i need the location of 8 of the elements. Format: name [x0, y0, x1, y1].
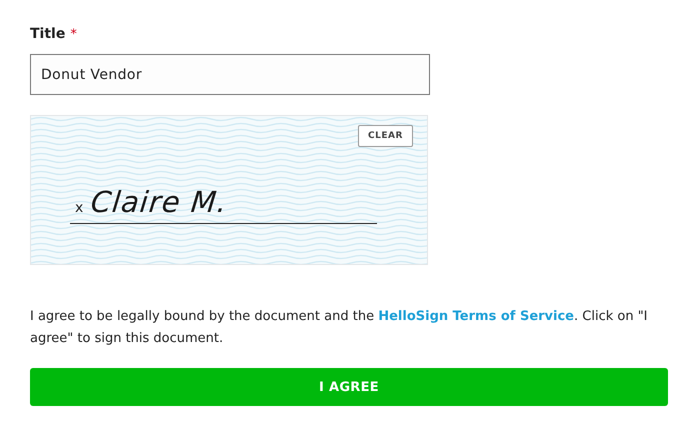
signature: Claire M.: [90, 185, 230, 219]
required-mark: *: [70, 27, 77, 42]
title-input[interactable]: Donut Vendor: [30, 54, 430, 95]
agreement-text: I agree to be legally bound by the document and the HelloSign Terms of Service. Click on "I agree" to sign this document.: [30, 308, 649, 348]
signature-pad[interactable]: CLEAR x Claire M.: [30, 115, 428, 265]
sign-mark: x: [75, 200, 84, 216]
field-label: Title: [30, 26, 66, 42]
clear-button[interactable]: CLEAR: [358, 125, 413, 147]
